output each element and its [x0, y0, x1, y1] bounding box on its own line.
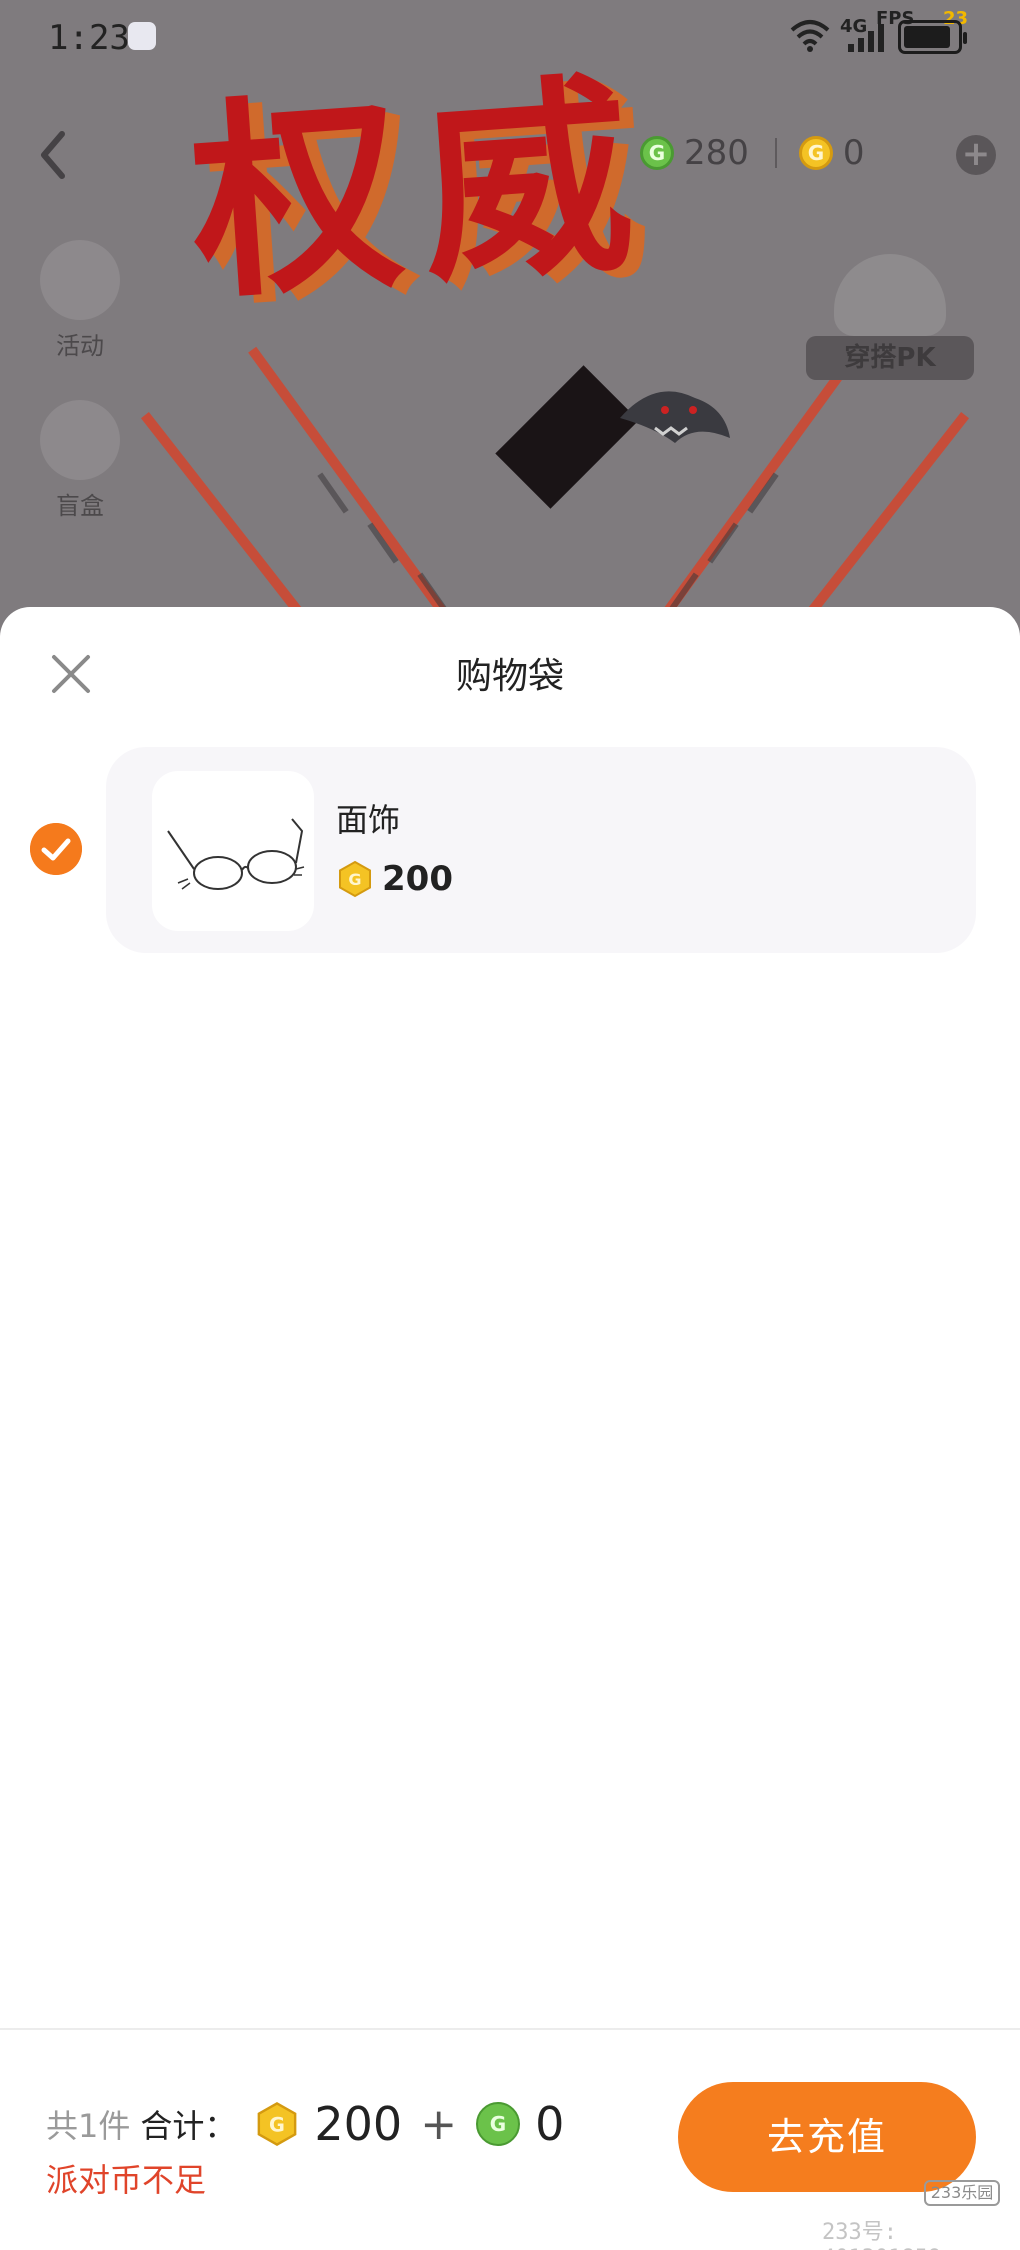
watermark-logo: 233乐园 — [924, 2180, 1000, 2206]
svg-text:G: G — [269, 2113, 285, 2136]
green-coin-icon: G — [640, 136, 674, 170]
outfit-pk-label: 穿搭PK — [806, 336, 974, 380]
hot-air-balloon-icon — [40, 240, 120, 320]
checkout-summary: 共1件 合计： G 200 + G 0 — [46, 2097, 564, 2151]
wifi-icon — [790, 20, 830, 52]
status-time: 1:23 — [48, 18, 130, 58]
recharge-button[interactable]: 去充值 — [678, 2082, 976, 2192]
total-label: 合计： — [140, 2107, 237, 2145]
sidebar-item-activity[interactable]: 活动 — [30, 240, 130, 361]
qq-notification-icon — [128, 22, 156, 50]
item-count: 共1件 — [46, 2107, 131, 2145]
svg-text:G: G — [490, 2112, 506, 2136]
game-scene-background: 权威 活动 盲盒 穿搭PK — [0, 0, 1020, 640]
gold-total-value: 200 — [314, 2097, 403, 2151]
green-coin-icon: G — [476, 2102, 521, 2146]
currency-display: G 280 G 0 — [640, 128, 891, 178]
sidebar-item-blind-box[interactable]: 盲盒 — [30, 400, 130, 521]
green-total-value: 0 — [535, 2097, 565, 2151]
battery-icon — [898, 20, 967, 54]
sidebar-item-label: 活动 — [56, 332, 104, 360]
shopping-bag-sheet: 购物袋 面饰 G 200 共1件 合计： G 200 + G 0 派对币不足 去… — [0, 607, 1020, 2250]
footer-divider — [0, 2028, 1020, 2030]
svg-text:G: G — [348, 870, 361, 889]
gold-coin-icon: G — [798, 136, 833, 170]
plus-sign: + — [420, 2098, 458, 2150]
add-currency-icon[interactable]: + — [956, 135, 996, 175]
item-select-checkbox[interactable] — [30, 823, 82, 875]
outfit-pk-button[interactable]: 穿搭PK — [806, 254, 974, 382]
insufficient-funds-warning: 派对币不足 — [46, 2161, 207, 2199]
shark-icon — [620, 391, 730, 443]
item-price-value: 200 — [382, 859, 453, 899]
crown-icon — [834, 254, 946, 336]
gold-coin-balance: 0 — [842, 133, 865, 173]
glasses-icon — [167, 818, 305, 890]
sidebar-item-label: 盲盒 — [56, 492, 104, 520]
decor-stripe — [248, 346, 562, 640]
gold-coin-icon: G — [339, 860, 371, 898]
green-coin-balance: 280 — [684, 133, 749, 173]
status-bar: 1:23 4G FPS 23 — [0, 0, 1020, 70]
gold-coin-icon: G — [258, 2102, 297, 2146]
back-arrow-icon[interactable] — [32, 128, 76, 182]
item-thumbnail — [152, 771, 314, 931]
cart-item[interactable]: 面饰 G 200 — [106, 747, 976, 953]
decor-stripe — [140, 412, 470, 640]
item-name: 面饰 — [336, 801, 401, 839]
blind-box-icon — [40, 400, 120, 480]
currency-divider — [774, 138, 777, 168]
item-price: G 200 — [336, 859, 453, 899]
sheet-title: 购物袋 — [455, 656, 564, 697]
watermark-id: 233号: 401301859 — [822, 2220, 941, 2250]
